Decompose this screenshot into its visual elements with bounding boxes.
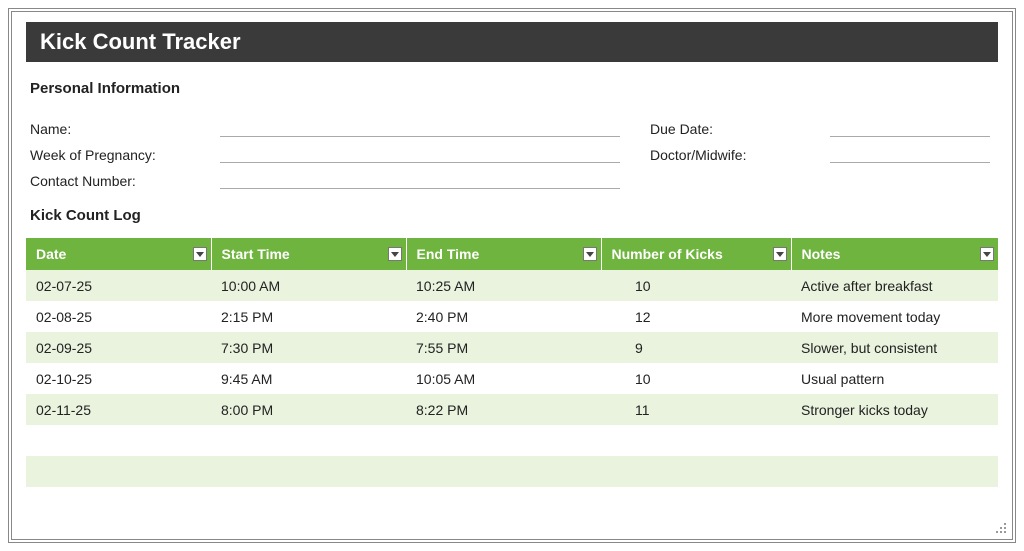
cell-start[interactable]: 8:00 PM xyxy=(211,394,406,425)
column-label: Date xyxy=(36,246,66,262)
table-row xyxy=(26,425,998,456)
cell-start[interactable] xyxy=(211,487,406,518)
info-row-week: Week of Pregnancy: xyxy=(30,137,620,163)
cell-date[interactable]: 02-10-25 xyxy=(26,363,211,394)
section-heading-personal: Personal Information xyxy=(30,80,998,97)
cell-kicks[interactable] xyxy=(601,487,791,518)
cell-end[interactable]: 8:22 PM xyxy=(406,394,601,425)
cell-notes[interactable]: Active after breakfast xyxy=(791,270,998,301)
cell-end[interactable] xyxy=(406,456,601,487)
cell-start[interactable]: 9:45 AM xyxy=(211,363,406,394)
column-header-kicks[interactable]: Number of Kicks xyxy=(601,238,791,270)
cell-end[interactable]: 7:55 PM xyxy=(406,332,601,363)
cell-date[interactable] xyxy=(26,487,211,518)
table-row: 02-10-259:45 AM10:05 AM10Usual pattern xyxy=(26,363,998,394)
document-outer-frame: Kick Count Tracker Personal Information … xyxy=(8,8,1016,543)
section-heading-log: Kick Count Log xyxy=(30,207,998,224)
column-label: Notes xyxy=(802,246,841,262)
table-header-row: Date Start Time End Time Number of Kicks xyxy=(26,238,998,270)
cell-start[interactable]: 10:00 AM xyxy=(211,270,406,301)
kick-log-table: Date Start Time End Time Number of Kicks xyxy=(26,238,998,518)
info-row-doctor: Doctor/Midwife: xyxy=(650,137,994,163)
column-header-start[interactable]: Start Time xyxy=(211,238,406,270)
column-header-notes[interactable]: Notes xyxy=(791,238,998,270)
cell-end[interactable]: 2:40 PM xyxy=(406,301,601,332)
cell-start[interactable] xyxy=(211,425,406,456)
table-row xyxy=(26,456,998,487)
cell-date[interactable]: 02-09-25 xyxy=(26,332,211,363)
cell-end[interactable]: 10:05 AM xyxy=(406,363,601,394)
label-contact: Contact Number: xyxy=(30,173,220,189)
info-row-contact: Contact Number: xyxy=(30,163,620,189)
filter-dropdown-icon[interactable] xyxy=(773,247,787,261)
filter-dropdown-icon[interactable] xyxy=(388,247,402,261)
cell-notes[interactable] xyxy=(791,487,998,518)
cell-start[interactable] xyxy=(211,456,406,487)
cell-kicks[interactable]: 10 xyxy=(601,363,791,394)
cell-kicks[interactable]: 12 xyxy=(601,301,791,332)
cell-start[interactable]: 7:30 PM xyxy=(211,332,406,363)
personal-info-right-column: Due Date: Doctor/Midwife: xyxy=(650,111,994,189)
cell-notes[interactable]: More movement today xyxy=(791,301,998,332)
cell-kicks[interactable]: 11 xyxy=(601,394,791,425)
info-row-due: Due Date: xyxy=(650,111,994,137)
label-week: Week of Pregnancy: xyxy=(30,147,220,163)
column-header-date[interactable]: Date xyxy=(26,238,211,270)
cell-date[interactable]: 02-07-25 xyxy=(26,270,211,301)
cell-kicks[interactable] xyxy=(601,456,791,487)
filter-dropdown-icon[interactable] xyxy=(583,247,597,261)
cell-kicks[interactable] xyxy=(601,425,791,456)
cell-notes[interactable]: Slower, but consistent xyxy=(791,332,998,363)
personal-info-left-column: Name: Week of Pregnancy: Contact Number: xyxy=(30,111,620,189)
table-row: 02-11-258:00 PM8:22 PM11Stronger kicks t… xyxy=(26,394,998,425)
column-label: End Time xyxy=(417,246,480,262)
cell-end[interactable]: 10:25 AM xyxy=(406,270,601,301)
cell-date[interactable] xyxy=(26,425,211,456)
page-title: Kick Count Tracker xyxy=(26,22,998,62)
label-due: Due Date: xyxy=(650,121,830,137)
info-row-name: Name: xyxy=(30,111,620,137)
column-label: Number of Kicks xyxy=(612,246,723,262)
input-line-contact[interactable] xyxy=(220,171,620,189)
input-line-doctor[interactable] xyxy=(830,145,990,163)
column-header-end[interactable]: End Time xyxy=(406,238,601,270)
input-line-due[interactable] xyxy=(830,119,990,137)
cell-notes[interactable] xyxy=(791,425,998,456)
cell-notes[interactable]: Stronger kicks today xyxy=(791,394,998,425)
document-inner-frame: Kick Count Tracker Personal Information … xyxy=(11,11,1013,540)
label-name: Name: xyxy=(30,121,220,137)
cell-kicks[interactable]: 9 xyxy=(601,332,791,363)
column-label: Start Time xyxy=(222,246,290,262)
cell-end[interactable] xyxy=(406,425,601,456)
filter-dropdown-icon[interactable] xyxy=(980,247,994,261)
input-line-name[interactable] xyxy=(220,119,620,137)
table-row: 02-09-257:30 PM7:55 PM9Slower, but consi… xyxy=(26,332,998,363)
cell-date[interactable]: 02-11-25 xyxy=(26,394,211,425)
table-row: 02-08-252:15 PM2:40 PM12More movement to… xyxy=(26,301,998,332)
table-row xyxy=(26,487,998,518)
resize-grip-icon[interactable] xyxy=(996,523,1008,535)
input-line-week[interactable] xyxy=(220,145,620,163)
cell-end[interactable] xyxy=(406,487,601,518)
cell-start[interactable]: 2:15 PM xyxy=(211,301,406,332)
label-doctor: Doctor/Midwife: xyxy=(650,147,830,163)
cell-notes[interactable] xyxy=(791,456,998,487)
filter-dropdown-icon[interactable] xyxy=(193,247,207,261)
cell-date[interactable] xyxy=(26,456,211,487)
table-row: 02-07-2510:00 AM10:25 AM10Active after b… xyxy=(26,270,998,301)
cell-notes[interactable]: Usual pattern xyxy=(791,363,998,394)
cell-date[interactable]: 02-08-25 xyxy=(26,301,211,332)
cell-kicks[interactable]: 10 xyxy=(601,270,791,301)
personal-info-block: Name: Week of Pregnancy: Contact Number:… xyxy=(26,111,998,189)
